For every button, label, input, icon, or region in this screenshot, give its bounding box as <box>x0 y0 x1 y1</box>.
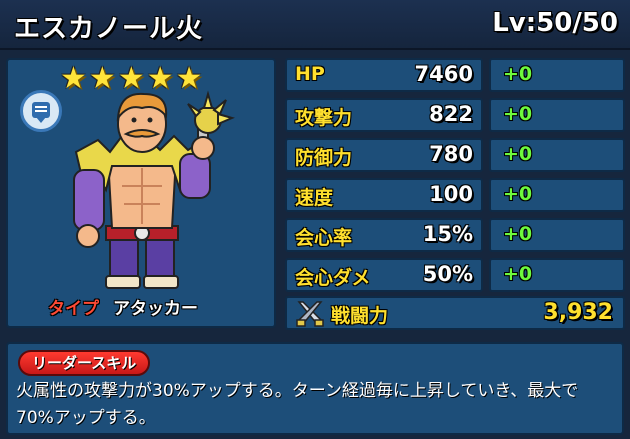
stat-row-speed: 速度 100 +0 <box>285 178 625 212</box>
stat-bonus: +0 <box>503 63 533 85</box>
combat-power-row: 戦闘力 3,932 <box>285 296 625 330</box>
stat-label: 攻撃力 <box>295 107 353 129</box>
leader-skill-badge: リーダースキル <box>18 350 151 376</box>
character-portrait-panel: ★ ★ ★ ★ ★ タイプ アタッカー <box>6 58 276 328</box>
stat-value: 100 <box>429 182 473 206</box>
stat-label: 速度 <box>295 187 334 209</box>
stat-row-crit-rate: 会心率 15% +0 <box>285 218 625 252</box>
stat-bonus: +0 <box>503 103 533 125</box>
stat-bonus: +0 <box>503 143 533 165</box>
stat-label: HP <box>295 63 325 85</box>
character-type-row: タイプ アタッカー <box>48 294 198 319</box>
stat-label: 会心率 <box>295 227 353 249</box>
leader-skill-panel: リーダースキル 火属性の攻撃力が30%アップする。ターン経過毎に上昇していき、最… <box>6 342 624 435</box>
level-indicator: Lv:50/50 <box>492 8 618 38</box>
stat-value: 822 <box>429 102 473 126</box>
stat-bonus: +0 <box>503 223 533 245</box>
stat-bonus: +0 <box>503 263 533 285</box>
type-value: アタッカー <box>113 299 198 319</box>
type-label: タイプ <box>48 299 99 319</box>
stat-row-attack: 攻撃力 822 +0 <box>285 98 625 132</box>
leader-skill-description: 火属性の攻撃力が30%アップする。ターン経過毎に上昇していき、最大で70%アップ… <box>16 381 579 428</box>
header-bar: エスカノール火 Lv:50/50 <box>0 0 630 50</box>
stat-row-crit-damage: 会心ダメ 50% +0 <box>285 258 625 292</box>
stat-value: 15% <box>422 222 473 246</box>
stat-value: 50% <box>422 262 473 286</box>
crossed-swords-icon <box>296 301 324 327</box>
stat-bonus: +0 <box>503 183 533 205</box>
stat-label: 防御力 <box>295 147 353 169</box>
combat-power-label: 戦闘力 <box>331 305 389 327</box>
stat-label: 会心ダメ <box>295 267 371 289</box>
stat-value: 780 <box>429 142 473 166</box>
stat-row-defense: 防御力 780 +0 <box>285 138 625 172</box>
combat-power-value: 3,932 <box>543 300 613 325</box>
stat-row-hp: HP 7460 +0 <box>285 58 625 92</box>
character-name: エスカノール火 <box>14 14 204 44</box>
stat-value: 7460 <box>414 62 473 86</box>
character-illustration <box>73 90 235 289</box>
